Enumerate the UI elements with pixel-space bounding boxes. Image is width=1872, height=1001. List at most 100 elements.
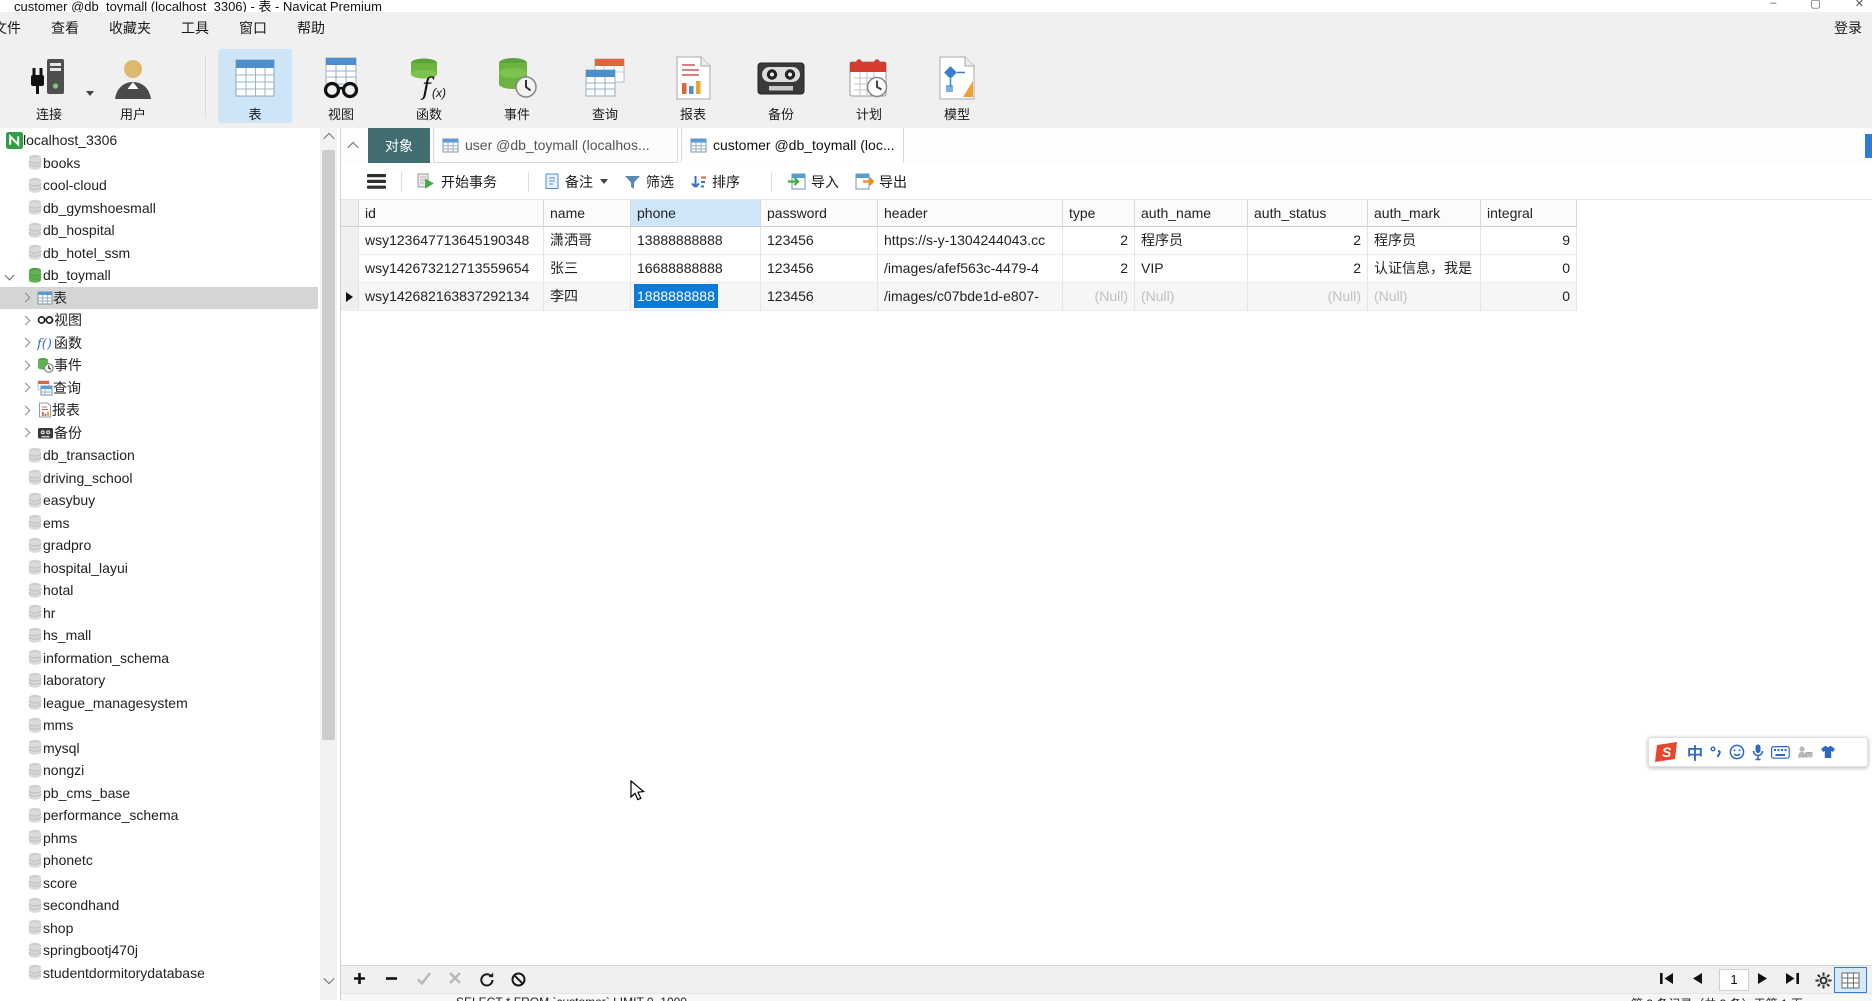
row-marker-cell[interactable] bbox=[341, 255, 359, 283]
column-header-integral[interactable]: integral bbox=[1481, 200, 1577, 227]
sidebar-scrollbar[interactable] bbox=[320, 128, 337, 1000]
menu-item-1[interactable]: 文件 bbox=[0, 12, 36, 45]
tab-user[interactable]: user @db_toymall (localhos... bbox=[433, 128, 678, 163]
sidebar-item-报表[interactable]: 报表 bbox=[0, 399, 318, 422]
column-header-password[interactable]: password bbox=[761, 200, 878, 227]
column-header-id[interactable]: id bbox=[359, 200, 544, 227]
sidebar-item-springbootj470j[interactable]: springbootj470j bbox=[0, 939, 318, 962]
cell-integral[interactable]: 0 bbox=[1481, 255, 1577, 283]
cell-name[interactable]: 李四 bbox=[544, 283, 631, 311]
delete-record-button[interactable] bbox=[385, 972, 398, 985]
skin-icon[interactable] bbox=[1820, 745, 1836, 759]
toolbar-button-计划[interactable]: 计划 bbox=[832, 49, 906, 123]
sidebar-item-cool-cloud[interactable]: cool-cloud bbox=[0, 174, 318, 197]
next-page-button[interactable] bbox=[1757, 972, 1769, 985]
sidebar-item-hotal[interactable]: hotal bbox=[0, 579, 318, 602]
tab-customer[interactable]: customer @db_toymall (loc... bbox=[681, 128, 904, 163]
table-toolbar-排序[interactable]: 排序 bbox=[690, 172, 740, 192]
emoji-icon[interactable] bbox=[1729, 744, 1745, 760]
sidebar-item-driving_school[interactable]: driving_school bbox=[0, 467, 318, 490]
sidebar-item-hospital_layui[interactable]: hospital_layui bbox=[0, 557, 318, 580]
toolbar-button-查询[interactable]: 查询 bbox=[568, 49, 642, 123]
cell-header[interactable]: /images/afef563c-4479-4 bbox=[878, 255, 1063, 283]
login-link[interactable]: 登录 bbox=[1834, 12, 1862, 45]
sidebar-item-查询[interactable]: 查询 bbox=[0, 377, 318, 400]
table-toolbar-筛选[interactable]: 筛选 bbox=[624, 172, 674, 192]
keyboard-icon[interactable] bbox=[1771, 745, 1790, 759]
scroll-down-icon[interactable] bbox=[320, 971, 337, 988]
tab-overflow-indicator[interactable] bbox=[1865, 134, 1872, 158]
selected-cell-value[interactable]: 1888888888 bbox=[634, 284, 718, 308]
sidebar-item-函数[interactable]: f() 函数 bbox=[0, 332, 318, 355]
chevron-down-icon[interactable] bbox=[86, 91, 94, 96]
sidebar-item-easybuy[interactable]: easybuy bbox=[0, 489, 318, 512]
cell-header[interactable]: /images/c07bde1d-e807- bbox=[878, 283, 1063, 311]
toolbar-button-事件[interactable]: 事件 bbox=[480, 49, 554, 123]
sidebar-item-league_managesystem[interactable]: league_managesystem bbox=[0, 692, 318, 715]
toolbar-button-表[interactable]: 表 bbox=[218, 49, 292, 123]
cell-phone[interactable]: 16688888888 bbox=[631, 255, 761, 283]
sidebar-item-phms[interactable]: phms bbox=[0, 827, 318, 850]
stop-button[interactable] bbox=[511, 972, 526, 987]
sidebar-item-db_hotel_ssm[interactable]: db_hotel_ssm bbox=[0, 242, 318, 265]
toolbar-button-函数[interactable]: f (x) 函数 bbox=[392, 49, 466, 123]
toolbar-button-连接[interactable]: 连接 bbox=[6, 49, 94, 123]
cell-integral[interactable]: 0 bbox=[1481, 283, 1577, 311]
maximize-button[interactable]: ▢ bbox=[1810, 0, 1820, 10]
chevron-right-icon[interactable] bbox=[20, 405, 31, 416]
cell-id[interactable]: wsy142673212713559654 bbox=[359, 255, 544, 283]
scrollbar-thumb[interactable] bbox=[322, 150, 335, 740]
ime-mode-toggle[interactable]: 中 bbox=[1687, 740, 1703, 764]
tab-objects[interactable]: 对象 bbox=[368, 128, 430, 163]
toolbar-button-用户[interactable]: 用户 bbox=[96, 49, 170, 123]
sidebar-item-hr[interactable]: hr bbox=[0, 602, 318, 625]
toolbar-button-报表[interactable]: 报表 bbox=[656, 49, 730, 123]
cell-password[interactable]: 123456 bbox=[761, 255, 878, 283]
cell-name[interactable]: 张三 bbox=[544, 255, 631, 283]
cell-password[interactable]: 123456 bbox=[761, 283, 878, 311]
table-toolbar-开始事务[interactable]: 开始事务 bbox=[417, 172, 497, 192]
cell-password[interactable]: 123456 bbox=[761, 227, 878, 255]
chevron-right-icon[interactable] bbox=[20, 360, 31, 371]
sidebar-item-phonetc[interactable]: phonetc bbox=[0, 849, 318, 872]
column-header-phone[interactable]: phone bbox=[631, 200, 761, 227]
menu-item-3[interactable]: 收藏夹 bbox=[94, 12, 166, 45]
punctuation-icon[interactable] bbox=[1710, 745, 1722, 759]
cell-id[interactable]: wsy123647713645190348 bbox=[359, 227, 544, 255]
column-header-auth_name[interactable]: auth_name bbox=[1135, 200, 1248, 227]
sidebar-item-mms[interactable]: mms bbox=[0, 714, 318, 737]
cell-auth_name[interactable]: (Null) bbox=[1135, 283, 1248, 311]
row-marker-cell[interactable] bbox=[341, 227, 359, 255]
sidebar-item-localhost_3306[interactable]: localhost_3306 bbox=[0, 129, 318, 152]
sidebar-item-事件[interactable]: 事件 bbox=[0, 354, 318, 377]
sidebar-item-nongzi[interactable]: nongzi bbox=[0, 759, 318, 782]
page-number-box[interactable]: 1 bbox=[1719, 969, 1749, 991]
cell-auth_name[interactable]: VIP bbox=[1135, 255, 1248, 283]
last-page-button[interactable] bbox=[1785, 972, 1800, 985]
cell-integral[interactable]: 9 bbox=[1481, 227, 1577, 255]
first-page-button[interactable] bbox=[1659, 972, 1674, 985]
table-toolbar-导入[interactable]: 导入 bbox=[787, 172, 839, 192]
column-header-auth_mark[interactable]: auth_mark bbox=[1368, 200, 1481, 227]
column-header-name[interactable]: name bbox=[544, 200, 631, 227]
sidebar-item-db_toymall[interactable]: db_toymall bbox=[0, 264, 318, 287]
menu-item-5[interactable]: 窗口 bbox=[224, 12, 282, 45]
column-header-header[interactable]: header bbox=[878, 200, 1063, 227]
cell-header[interactable]: https://s-y-1304244043.cc bbox=[878, 227, 1063, 255]
chevron-right-icon[interactable] bbox=[20, 337, 31, 348]
discard-changes-button[interactable] bbox=[449, 972, 461, 984]
microphone-icon[interactable] bbox=[1752, 744, 1764, 761]
sidebar-item-表[interactable]: 表 bbox=[0, 286, 318, 309]
profile-icon[interactable]: 12 bbox=[1797, 745, 1813, 759]
sidebar-item-db_gymshoesmall[interactable]: db_gymshoesmall bbox=[0, 197, 318, 220]
sidebar-item-shop[interactable]: shop bbox=[0, 917, 318, 940]
apply-changes-button[interactable] bbox=[417, 972, 431, 985]
cell-type[interactable]: 2 bbox=[1063, 227, 1135, 255]
cell-phone[interactable]: 13888888888 bbox=[631, 227, 761, 255]
cell-auth_status[interactable]: 2 bbox=[1248, 255, 1368, 283]
chevron-down-icon[interactable] bbox=[4, 270, 15, 281]
sidebar-item-pb_cms_base[interactable]: pb_cms_base bbox=[0, 782, 318, 805]
sidebar-item-laboratory[interactable]: laboratory bbox=[0, 669, 318, 692]
cell-type[interactable]: 2 bbox=[1063, 255, 1135, 283]
column-header-type[interactable]: type bbox=[1063, 200, 1135, 227]
